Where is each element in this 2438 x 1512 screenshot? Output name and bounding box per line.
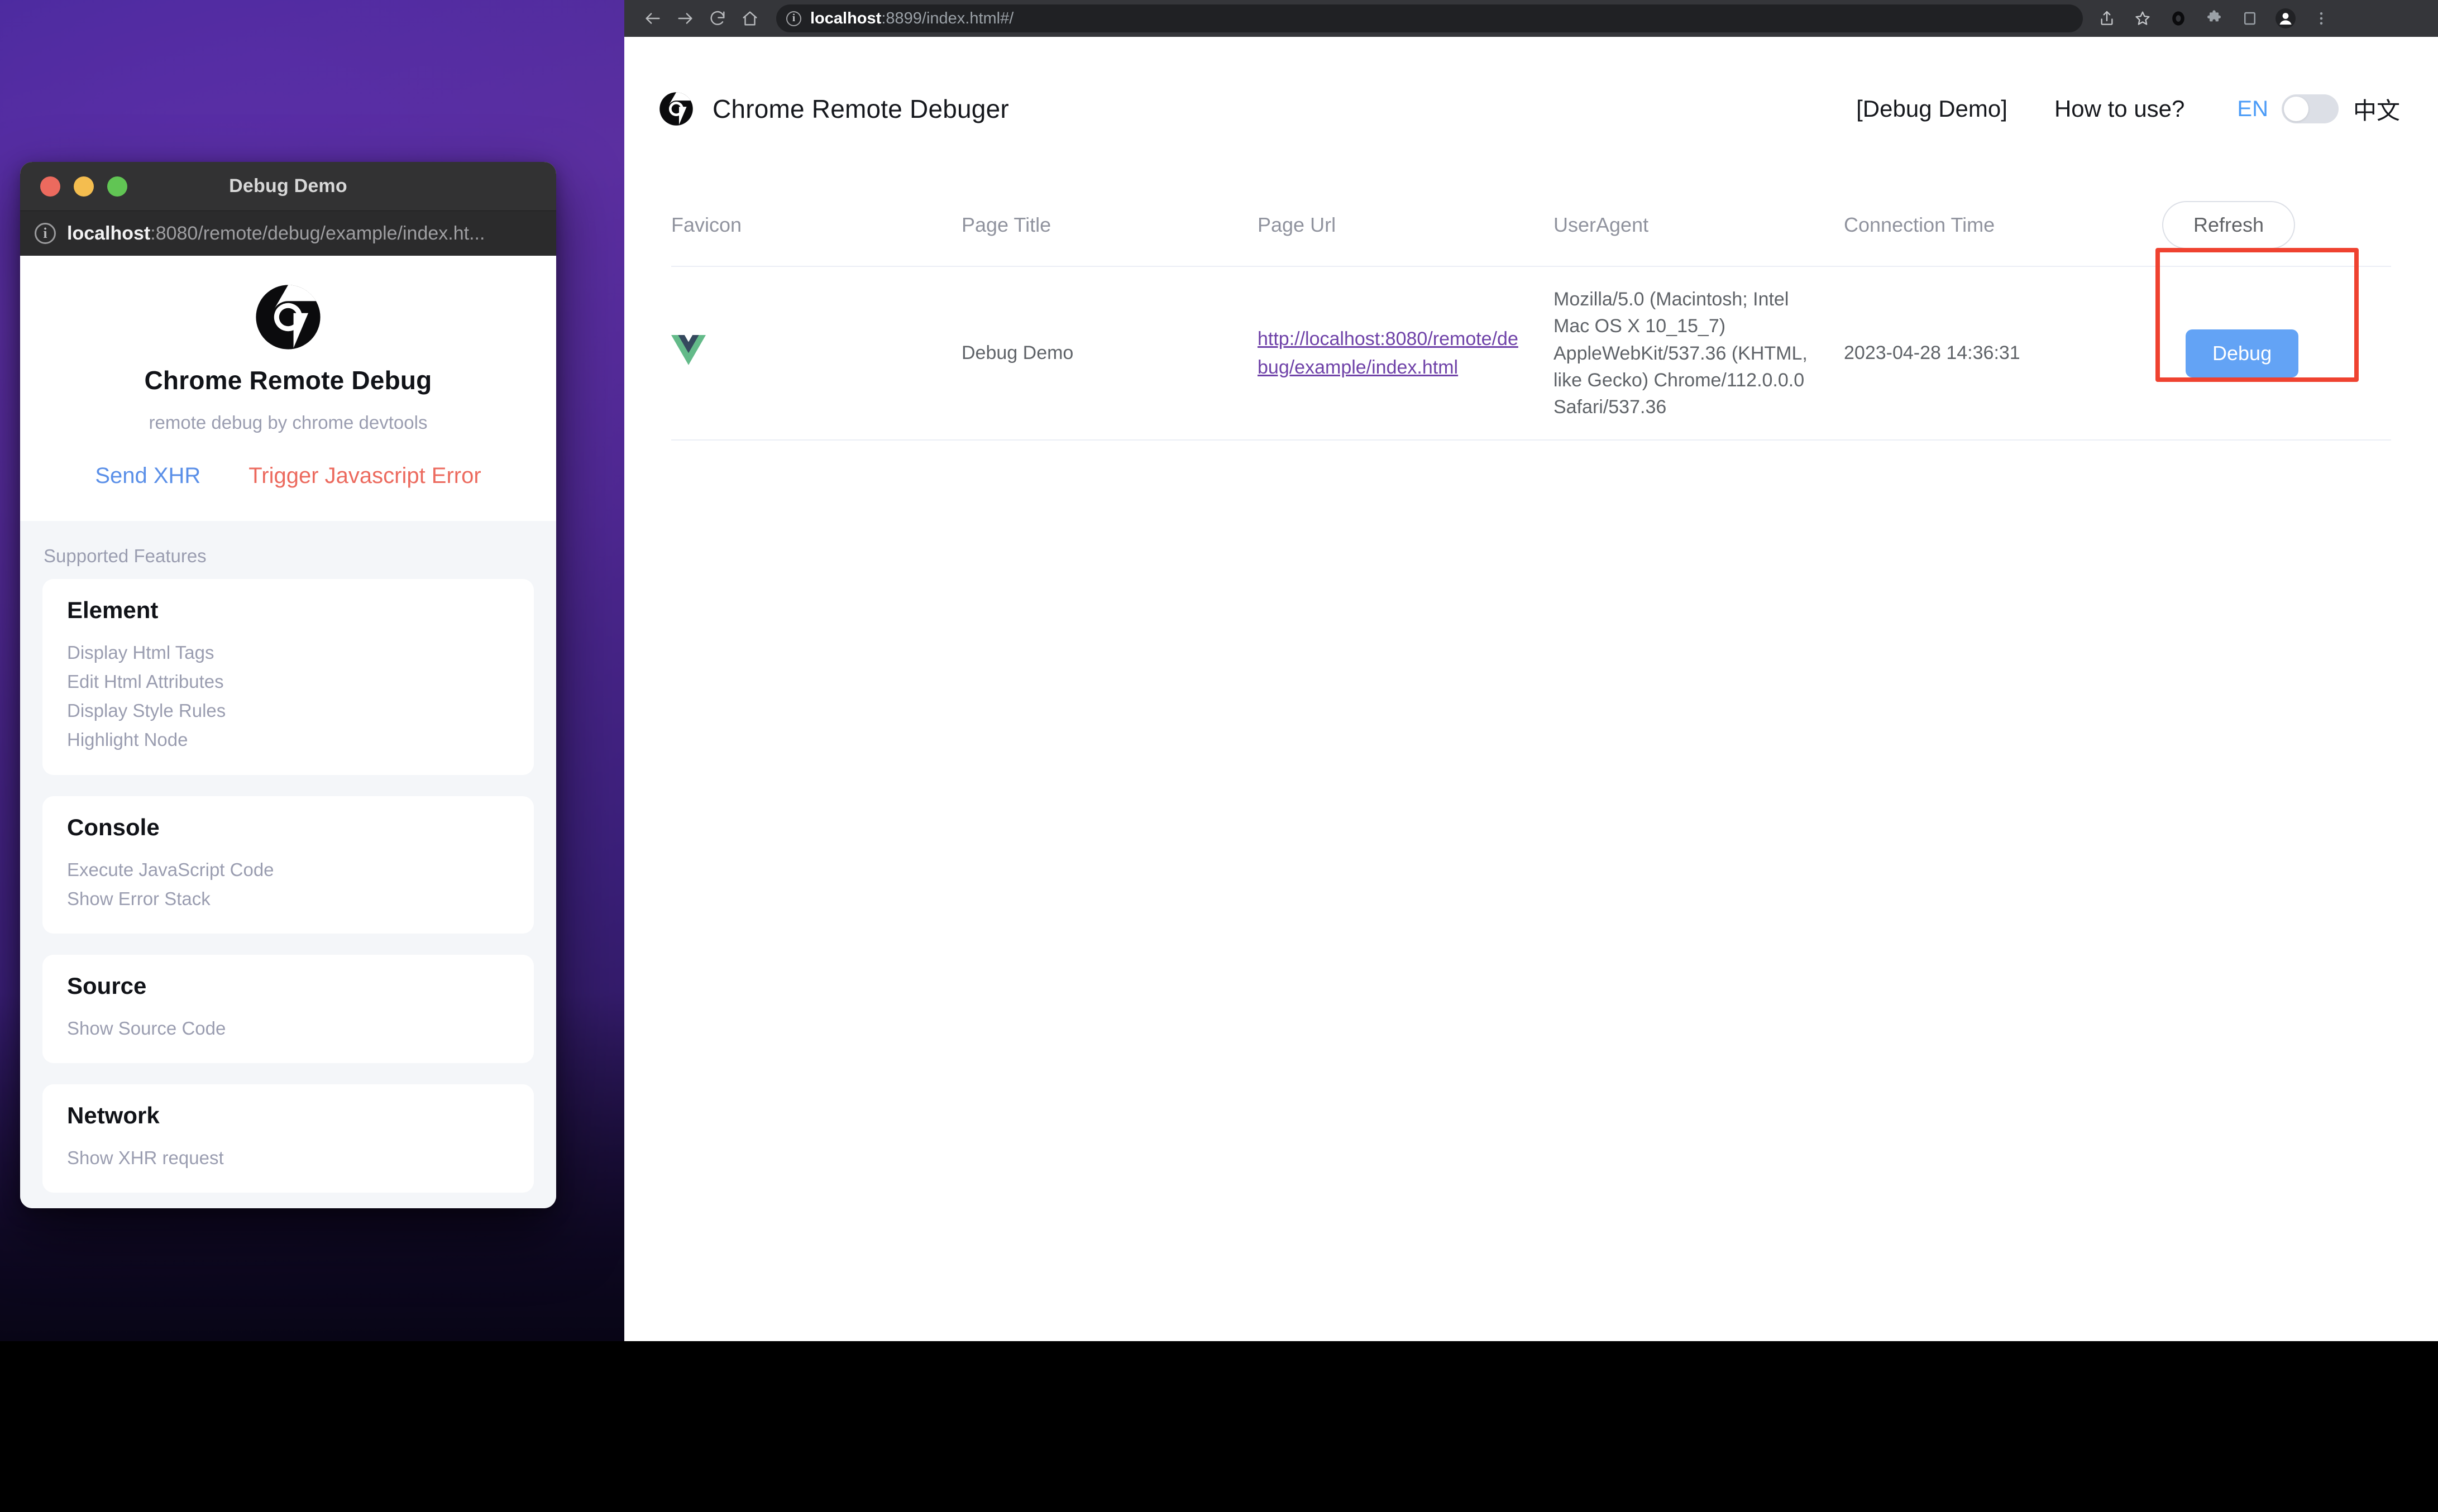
home-icon[interactable]: [734, 2, 766, 35]
site-info-icon[interactable]: i: [786, 11, 801, 26]
chrome-logo-icon: [659, 92, 694, 126]
side-panel-icon[interactable]: [2234, 2, 2266, 35]
share-icon[interactable]: [2091, 2, 2123, 35]
minimize-window-icon[interactable]: [74, 176, 94, 197]
star-icon[interactable]: [2126, 2, 2159, 35]
feature-item: Edit Html Attributes: [67, 667, 509, 696]
feature-title: Network: [67, 1102, 509, 1129]
feature-item: Execute JavaScript Code: [67, 855, 509, 884]
page-title: Chrome Remote Debuger: [713, 94, 1009, 124]
page-url-link[interactable]: http://localhost:8080/remote/debug/examp…: [1258, 328, 1518, 377]
column-header-useragent: UserAgent: [1553, 181, 1844, 266]
cell-connection-time: 2023-04-28 14:36:31: [1844, 266, 2157, 440]
brand-block[interactable]: Chrome Remote Debuger: [659, 92, 1009, 126]
table-row: Debug Demo http://localhost:8080/remote/…: [671, 266, 2391, 440]
demo-page-body: Chrome Remote Debug remote debug by chro…: [20, 256, 556, 1208]
feature-title: Console: [67, 814, 509, 841]
lang-label-zh[interactable]: 中文: [2353, 92, 2400, 126]
profile-avatar-icon[interactable]: [2269, 2, 2302, 35]
lang-label-en[interactable]: EN: [2237, 97, 2268, 122]
traffic-light-group[interactable]: [40, 176, 127, 197]
nav-how-to-use[interactable]: How to use?: [2054, 95, 2184, 122]
close-window-icon[interactable]: [40, 176, 60, 197]
omnibox-url-path: :8899/index.html#/: [881, 9, 1014, 27]
feature-item: Show XHR request: [67, 1143, 509, 1173]
feature-item: Display Html Tags: [67, 638, 509, 667]
connections-table: Favicon Page Title Page Url UserAgent Co…: [671, 181, 2391, 441]
three-dot-menu-icon[interactable]: [2305, 2, 2337, 35]
demo-browser-window[interactable]: Debug Demo i localhost:8080/remote/debug…: [20, 162, 556, 1208]
feature-title: Source: [67, 973, 509, 999]
browser-toolbar: i localhost:8899/index.html#/: [624, 0, 2438, 37]
demo-subheading: remote debug by chrome devtools: [20, 412, 556, 433]
language-toggle-knob: [2284, 97, 2308, 121]
feature-card-console: Console Execute JavaScript Code Show Err…: [42, 796, 534, 934]
refresh-button[interactable]: Refresh: [2162, 201, 2295, 249]
cell-page-url: http://localhost:8080/remote/debug/examp…: [1258, 266, 1553, 440]
demo-window-titlebar[interactable]: Debug Demo: [20, 162, 556, 211]
cell-page-title: Debug Demo: [962, 266, 1258, 440]
column-header-page-title: Page Title: [962, 181, 1258, 266]
send-xhr-link[interactable]: Send XHR: [95, 463, 200, 489]
chrome-logo-icon: [255, 284, 322, 351]
column-header-actions: Refresh: [2157, 181, 2391, 266]
language-toggle-switch[interactable]: [2282, 94, 2339, 123]
puzzle-icon[interactable]: [2198, 2, 2230, 35]
cell-useragent: Mozilla/5.0 (Macintosh; Intel Mac OS X 1…: [1553, 266, 1844, 440]
omnibox-url-text: localhost:8899/index.html#/: [810, 9, 1014, 28]
feature-card-element: Element Display Html Tags Edit Html Attr…: [42, 579, 534, 775]
omnibox-url-host: localhost: [810, 9, 881, 27]
feature-item: Show Source Code: [67, 1014, 509, 1043]
table-header: Favicon Page Title Page Url UserAgent Co…: [671, 181, 2391, 266]
column-header-connection-time: Connection Time: [1844, 181, 2157, 266]
trigger-js-error-link[interactable]: Trigger Javascript Error: [248, 463, 481, 489]
back-arrow-icon[interactable]: [637, 2, 669, 35]
reload-icon[interactable]: [701, 2, 734, 35]
demo-url-path: :8080/remote/debug/example/index.ht...: [150, 223, 485, 244]
page-header: Chrome Remote Debuger [Debug Demo] How t…: [624, 37, 2438, 181]
omnibox-address-bar[interactable]: i localhost:8899/index.html#/: [776, 4, 2083, 32]
demo-url-text: localhost:8080/remote/debug/example/inde…: [67, 223, 485, 245]
column-header-page-url: Page Url: [1258, 181, 1553, 266]
feature-card-network: Network Show XHR request: [42, 1084, 534, 1193]
o-extension-icon[interactable]: [2162, 2, 2195, 35]
feature-item: Highlight Node: [67, 725, 509, 754]
demo-url-host: localhost: [67, 223, 150, 244]
feature-title: Element: [67, 597, 509, 624]
cell-actions: Debug: [2157, 266, 2391, 440]
feature-item: Display Style Rules: [67, 696, 509, 725]
feature-item: Show Error Stack: [67, 884, 509, 913]
maximize-window-icon[interactable]: [107, 176, 127, 197]
feature-card-source: Source Show Source Code: [42, 955, 534, 1063]
table-header-row: Favicon Page Title Page Url UserAgent Co…: [671, 181, 2391, 266]
chrome-browser-window: i localhost:8899/index.html#/: [624, 0, 2438, 1341]
supported-features-label: Supported Features: [20, 521, 556, 579]
forward-arrow-icon[interactable]: [669, 2, 701, 35]
column-header-favicon: Favicon: [671, 181, 962, 266]
header-navigation: [Debug Demo] How to use? EN 中文: [1856, 92, 2400, 126]
nav-debug-demo[interactable]: [Debug Demo]: [1856, 95, 2007, 122]
table-body: Debug Demo http://localhost:8080/remote/…: [671, 266, 2391, 440]
site-info-icon[interactable]: i: [35, 223, 56, 244]
demo-hero-section: Chrome Remote Debug remote debug by chro…: [20, 256, 556, 521]
useragent-text: Mozilla/5.0 (Macintosh; Intel Mac OS X 1…: [1553, 286, 1810, 420]
demo-heading: Chrome Remote Debug: [20, 365, 556, 395]
connections-table-container: Favicon Page Title Page Url UserAgent Co…: [624, 181, 2438, 1341]
demo-action-links: Send XHR Trigger Javascript Error: [20, 463, 556, 489]
demo-window-urlbar[interactable]: i localhost:8080/remote/debug/example/in…: [20, 211, 556, 256]
vue-logo-icon: [671, 335, 706, 365]
toolbar-right-icons: [2091, 2, 2337, 35]
debug-button[interactable]: Debug: [2186, 329, 2298, 377]
cell-favicon: [671, 266, 962, 440]
